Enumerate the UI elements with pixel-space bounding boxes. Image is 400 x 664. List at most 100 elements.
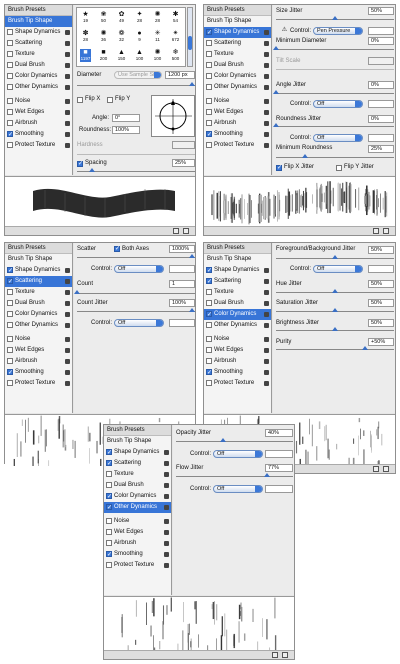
sidebar-item-smoothing[interactable]: Smoothing [204, 129, 271, 140]
lock-icon[interactable] [65, 132, 70, 137]
lock-icon[interactable] [65, 337, 70, 342]
opacity-jitter-slider[interactable] [176, 438, 293, 442]
lock-icon[interactable] [164, 461, 169, 466]
lock-icon[interactable] [164, 541, 169, 546]
hue-jitter-field[interactable]: 50% [368, 280, 394, 288]
fade-field[interactable] [265, 485, 293, 493]
checkbox[interactable] [106, 503, 112, 513]
flip-x-jitter-checkbox[interactable] [276, 164, 282, 171]
lock-icon[interactable] [65, 348, 70, 353]
checkbox[interactable] [206, 358, 212, 364]
brush-tip-cell[interactable]: ❁ 32 [116, 30, 127, 43]
sidebar-item-protect-texture[interactable]: Protect Texture [104, 560, 171, 571]
brush-tip-cell[interactable]: ✺ 36 [98, 30, 109, 43]
lock-icon[interactable] [264, 337, 269, 342]
sidebar-item-other-dynamics[interactable]: Other Dynamics [5, 320, 72, 331]
sidebar-item-noise[interactable]: Noise [204, 334, 271, 345]
sidebar-item-scattering[interactable]: Scattering [204, 276, 271, 287]
checkbox[interactable] [7, 277, 13, 287]
tilt-scale-slider[interactable] [276, 69, 394, 70]
lock-icon[interactable] [164, 483, 169, 488]
both-axes-checkbox[interactable] [114, 245, 120, 252]
sidebar-item-dual-brush[interactable]: Dual Brush [204, 298, 271, 309]
brush-tip-cell[interactable]: ❀ 50 [98, 11, 109, 24]
brush-tip-cell[interactable]: ✺ 28 [152, 11, 163, 24]
lock-icon[interactable] [164, 530, 169, 535]
roundness-control-select[interactable]: Off [313, 134, 363, 142]
brush-tip-cell[interactable]: ✱ 54 [170, 11, 181, 24]
slider-thumb[interactable] [362, 346, 368, 350]
lock-icon[interactable] [264, 99, 269, 104]
new-preset-icon[interactable] [272, 652, 278, 658]
checkbox[interactable] [106, 448, 112, 458]
sidebar-item-protect-texture[interactable]: Protect Texture [5, 378, 72, 389]
sidebar-item-texture[interactable]: Texture [5, 287, 72, 298]
sidebar-item-noise[interactable]: Noise [104, 516, 171, 527]
checkbox[interactable] [7, 380, 13, 386]
diameter-slider[interactable] [77, 82, 195, 86]
slider-thumb[interactable] [220, 438, 226, 442]
sidebar-item-shape-dynamics[interactable]: Shape Dynamics [204, 265, 271, 276]
checkbox[interactable] [7, 98, 13, 104]
lock-icon[interactable] [65, 312, 70, 317]
lock-icon[interactable] [264, 30, 269, 35]
fade-field[interactable] [368, 265, 394, 273]
brush-tip-cell[interactable]: ✦ 28 [134, 11, 145, 24]
checkbox[interactable] [7, 289, 13, 295]
lock-icon[interactable] [65, 290, 70, 295]
brush-tip-cell[interactable]: ▲ 100 [134, 49, 145, 62]
lock-icon[interactable] [65, 359, 70, 364]
checkbox[interactable] [206, 322, 212, 328]
sidebar-item-shape-dynamics[interactable]: Shape Dynamics [104, 447, 171, 458]
sidebar-item-smoothing[interactable]: Smoothing [104, 549, 171, 560]
sidebar-item-smoothing[interactable]: Smoothing [204, 367, 271, 378]
checkbox[interactable] [7, 40, 13, 46]
roundness-jitter-slider[interactable] [273, 123, 394, 127]
slider-thumb[interactable] [273, 46, 279, 50]
lock-icon[interactable] [65, 121, 70, 126]
fg-bg-jitter-slider[interactable] [276, 255, 394, 259]
checkbox[interactable] [7, 84, 13, 90]
saturation-jitter-field[interactable]: 50% [368, 299, 394, 307]
sidebar-item-brush-presets[interactable]: Brush Presets [204, 5, 271, 16]
sidebar-item-protect-texture[interactable]: Protect Texture [5, 140, 72, 151]
slider-thumb[interactable] [273, 90, 279, 94]
slider-thumb[interactable] [89, 168, 95, 172]
sidebar-item-color-dynamics[interactable]: Color Dynamics [5, 71, 72, 82]
lock-icon[interactable] [65, 323, 70, 328]
new-preset-icon[interactable] [373, 228, 379, 234]
checkbox[interactable] [206, 120, 212, 126]
checkbox[interactable] [206, 98, 212, 104]
lock-icon[interactable] [264, 268, 269, 273]
checkbox[interactable] [106, 562, 112, 568]
sidebar-item-scattering[interactable]: Scattering [5, 38, 72, 49]
checkbox[interactable] [206, 310, 212, 320]
sidebar-item-brush-tip-shape[interactable]: Brush Tip Shape [5, 16, 72, 27]
checkbox[interactable] [7, 142, 13, 148]
count-jitter-field[interactable]: 100% [169, 299, 195, 307]
sidebar-item-wet-edges[interactable]: Wet Edges [204, 107, 271, 118]
checkbox[interactable] [206, 380, 212, 386]
sidebar-item-texture[interactable]: Texture [5, 49, 72, 60]
flow-jitter-field[interactable]: 77% [265, 464, 293, 472]
slider-thumb[interactable] [332, 308, 338, 312]
lock-icon[interactable] [65, 52, 70, 57]
checkbox[interactable] [106, 492, 112, 502]
size-jitter-slider[interactable] [276, 16, 394, 20]
min-diameter-field[interactable]: 0% [368, 37, 394, 45]
brush-tip-cell[interactable]: ■ 1197 [80, 49, 91, 62]
lock-icon[interactable] [264, 381, 269, 386]
sidebar-item-dual-brush[interactable]: Dual Brush [5, 298, 72, 309]
brush-tip-cell[interactable]: ★ 19 [80, 11, 91, 24]
sidebar-item-airbrush[interactable]: Airbrush [5, 118, 72, 129]
slider-thumb[interactable] [332, 327, 338, 331]
checkbox[interactable] [7, 347, 13, 353]
lock-icon[interactable] [264, 74, 269, 79]
checkbox[interactable] [7, 109, 13, 115]
angle-roundness-widget[interactable] [151, 95, 195, 137]
checkbox[interactable] [7, 120, 13, 126]
scrollbar[interactable] [187, 7, 193, 67]
sidebar-item-other-dynamics[interactable]: Other Dynamics [204, 82, 271, 93]
new-preset-icon[interactable] [373, 466, 379, 472]
lock-icon[interactable] [164, 450, 169, 455]
